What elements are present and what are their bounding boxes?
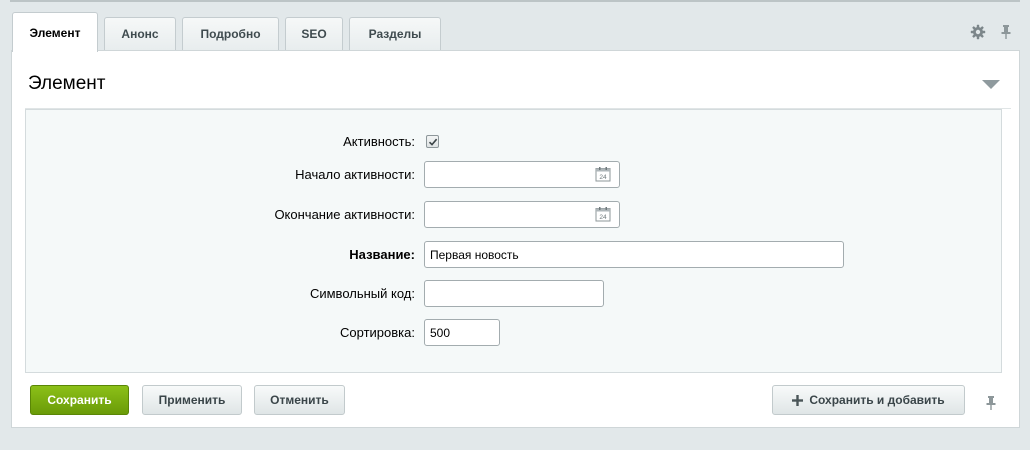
calendar-icon[interactable]: 24	[595, 166, 611, 185]
tab-label: Разделы	[368, 27, 422, 41]
top-border	[10, 0, 1020, 2]
tab-label: SEO	[301, 27, 327, 41]
apply-button-label: Применить	[158, 393, 226, 407]
pin-icon[interactable]	[985, 395, 997, 411]
tab-label: Подробно	[200, 27, 261, 41]
start-date-field[interactable]: 24	[424, 161, 620, 188]
calendar-day: 24	[599, 214, 607, 221]
section-title: Элемент	[28, 73, 106, 94]
calendar-day: 24	[599, 174, 607, 181]
code-label: Символьный код:	[309, 286, 415, 301]
save-and-add-button[interactable]: Сохранить и добавить	[772, 385, 965, 415]
active-checkbox[interactable]	[426, 135, 439, 148]
apply-button[interactable]: Применить	[142, 385, 242, 415]
tab-label: Анонс	[121, 27, 159, 41]
save-button-label: Сохранить	[47, 393, 112, 407]
sort-label: Сортировка:	[340, 325, 415, 340]
name-value: Первая новость	[430, 247, 519, 262]
cancel-button[interactable]: Отменить	[254, 385, 345, 415]
tab-announce[interactable]: Анонс	[104, 17, 176, 50]
plus-icon	[792, 394, 804, 406]
tab-label: Элемент	[29, 25, 81, 40]
pin-icon[interactable]	[1000, 24, 1012, 40]
element-form: Активность: Начало активности: 24 Оконча…	[25, 109, 1002, 373]
calendar-icon[interactable]: 24	[595, 206, 611, 225]
tab-element[interactable]: Элемент	[12, 12, 98, 52]
element-panel: Элемент Активность: Начало активности: 2…	[11, 50, 1020, 428]
sort-field[interactable]: 500	[424, 319, 500, 346]
end-date-label: Окончание активности:	[274, 207, 415, 222]
save-and-add-button-label: Сохранить и добавить	[809, 393, 945, 407]
cancel-button-label: Отменить	[270, 393, 329, 407]
name-field[interactable]: Первая новость	[424, 241, 844, 268]
tab-sections[interactable]: Разделы	[349, 17, 441, 50]
name-label: Название:	[349, 247, 415, 262]
save-button[interactable]: Сохранить	[30, 385, 129, 415]
tab-tools	[970, 24, 1012, 40]
gear-icon[interactable]	[970, 24, 986, 40]
sort-value: 500	[430, 325, 451, 340]
end-date-field[interactable]: 24	[424, 201, 620, 228]
collapse-arrow-icon[interactable]	[982, 80, 1000, 89]
active-label: Активность:	[343, 134, 415, 149]
checkmark-icon	[428, 138, 437, 146]
tab-seo[interactable]: SEO	[285, 17, 343, 50]
code-field[interactable]	[424, 280, 604, 307]
start-date-label: Начало активности:	[295, 167, 415, 182]
tab-details[interactable]: Подробно	[182, 17, 279, 50]
